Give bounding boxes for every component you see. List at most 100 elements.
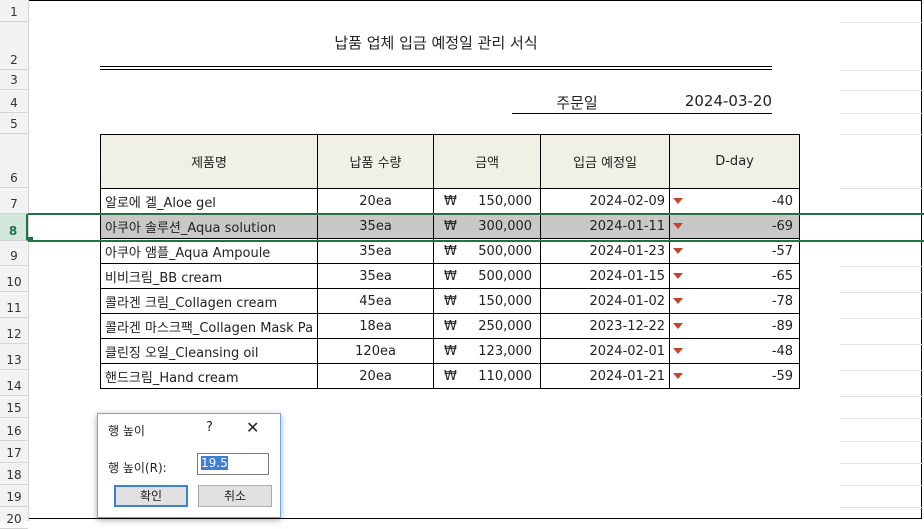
dday-cell[interactable]: -65 xyxy=(669,263,801,289)
amount-cell[interactable]: ₩150,000 xyxy=(433,188,542,214)
table-row[interactable]: 아쿠아 앰플_Aqua Ampoule 35ea ₩500,000 2024-01-2… xyxy=(99,238,801,264)
amount-cell[interactable]: ₩110,000 xyxy=(433,363,542,389)
row-number-2[interactable]: 2 xyxy=(0,22,28,70)
dday-cell[interactable]: -57 xyxy=(669,238,801,264)
row-selection-top xyxy=(28,213,924,215)
amount-cell[interactable]: ₩500,000 xyxy=(433,263,542,289)
row-number-9[interactable]: 9 xyxy=(0,241,28,266)
payment-date-cell[interactable]: 2024-01-02 xyxy=(540,288,671,314)
currency-symbol: ₩ xyxy=(444,343,457,359)
header-qty[interactable]: 납품 수량 xyxy=(317,134,435,189)
header-dday[interactable]: D-day xyxy=(669,134,801,189)
amount-cell[interactable]: ₩150,000 xyxy=(433,288,542,314)
amount-cell[interactable]: ₩123,000 xyxy=(433,338,542,364)
row-number-6[interactable]: 6 xyxy=(0,134,28,188)
row-number-18[interactable]: 18 xyxy=(0,463,28,485)
amount-cell[interactable]: ₩250,000 xyxy=(433,313,542,339)
gridline xyxy=(840,418,924,419)
qty-cell[interactable]: 35ea xyxy=(317,263,435,289)
row-number-15[interactable]: 15 xyxy=(0,396,28,418)
currency-symbol: ₩ xyxy=(444,268,457,284)
row-number-13[interactable]: 13 xyxy=(0,344,28,370)
dday-cell[interactable]: -48 xyxy=(669,338,801,364)
row-height-input[interactable]: 19.5 xyxy=(197,453,269,475)
payment-date-cell[interactable]: 2024-02-09 xyxy=(540,188,671,214)
sheet-title: 납품 업체 입금 예정일 관리 서식 xyxy=(334,34,538,52)
row-number-1[interactable]: 1 xyxy=(0,0,28,22)
row-number-12[interactable]: 12 xyxy=(0,318,28,344)
product-name-cell[interactable]: 핸드크림_Hand cream xyxy=(99,363,319,389)
table-row[interactable]: 클린징 오일_Cleansing oil 120ea ₩123,000 2024-02… xyxy=(99,338,801,364)
product-name-cell[interactable]: 아쿠아 앰플_Aqua Ampoule xyxy=(99,238,319,264)
row-number-7[interactable]: 7 xyxy=(0,188,28,214)
fill-handle[interactable] xyxy=(28,237,33,242)
currency-symbol: ₩ xyxy=(444,193,457,209)
row-number-11[interactable]: 11 xyxy=(0,292,28,318)
payment-date-cell[interactable]: 2024-01-11 xyxy=(540,213,671,239)
dday-value: -40 xyxy=(771,193,794,209)
payment-date-cell[interactable]: 2024-01-23 xyxy=(540,238,671,264)
table-row[interactable]: 콜라겐 마스크팩_Collagen Mask Pa 18ea ₩250,000 202… xyxy=(99,313,801,339)
cancel-button[interactable]: 취소 xyxy=(198,485,272,507)
gridline xyxy=(840,318,924,319)
row-number-17[interactable]: 17 xyxy=(0,441,28,463)
product-name-cell[interactable]: 알로에 겔_Aloe gel xyxy=(99,188,319,214)
product-name-cell[interactable]: 클린징 오일_Cleansing oil xyxy=(99,338,319,364)
row-selection-bottom xyxy=(28,240,924,242)
product-name-cell[interactable]: 콜라겐 마스크팩_Collagen Mask Pa xyxy=(99,313,319,339)
row-height-dialog: 행 높이 ? ✕ 행 높이(R): 19.5 확인 취소 xyxy=(97,413,281,518)
product-name-cell[interactable]: 비비크림_BB cream xyxy=(99,263,319,289)
gridline xyxy=(840,22,924,23)
row-number-8[interactable]: 8 xyxy=(0,214,28,241)
down-triangle-icon xyxy=(673,273,684,279)
qty-cell[interactable]: 20ea xyxy=(317,188,435,214)
payment-date-cell[interactable]: 2024-02-01 xyxy=(540,338,671,364)
qty-cell[interactable]: 20ea xyxy=(317,363,435,389)
table-row[interactable]: 비비크림_BB cream 35ea ₩500,000 2024-01-15 -65 xyxy=(99,263,801,289)
row-number-10[interactable]: 10 xyxy=(0,266,28,292)
product-name-cell[interactable]: 콜라겐 크림_Collagen cream xyxy=(99,288,319,314)
gridline xyxy=(840,292,924,293)
down-triangle-icon xyxy=(673,373,684,379)
row-number-20[interactable]: 20 xyxy=(0,507,28,529)
table-row[interactable]: 아쿠아 솔루션_Aqua solution 35ea ₩300,000 2024-01… xyxy=(99,213,801,239)
qty-cell[interactable]: 45ea xyxy=(317,288,435,314)
dday-cell[interactable]: -40 xyxy=(669,188,801,214)
qty-cell[interactable]: 35ea xyxy=(317,213,435,239)
qty-cell[interactable]: 120ea xyxy=(317,338,435,364)
header-payment-date[interactable]: 입금 예정일 xyxy=(540,134,671,189)
amount-cell[interactable]: ₩500,000 xyxy=(433,238,542,264)
currency-symbol: ₩ xyxy=(444,368,457,384)
down-triangle-icon xyxy=(673,223,684,229)
dday-cell[interactable]: -69 xyxy=(669,213,801,239)
table-row[interactable]: 알로에 겔_Aloe gel 20ea ₩150,000 2024-02-09 -40 xyxy=(99,188,801,214)
payment-date-cell[interactable]: 2023-12-22 xyxy=(540,313,671,339)
dday-cell[interactable]: -89 xyxy=(669,313,801,339)
down-triangle-icon xyxy=(673,198,684,204)
header-amount[interactable]: 금액 xyxy=(433,134,542,189)
dialog-title: 행 높이 xyxy=(108,424,145,438)
row-number-5[interactable]: 5 xyxy=(0,113,28,134)
close-icon[interactable]: ✕ xyxy=(246,418,259,437)
table-row[interactable]: 콜라겐 크림_Collagen cream 45ea ₩150,000 2024-01… xyxy=(99,288,801,314)
row-number-14[interactable]: 14 xyxy=(0,370,28,396)
help-icon[interactable]: ? xyxy=(206,420,213,435)
dday-cell[interactable]: -78 xyxy=(669,288,801,314)
row-number-19[interactable]: 19 xyxy=(0,485,28,507)
order-date-value[interactable]: 2024-03-20 xyxy=(642,92,772,110)
dday-value: -57 xyxy=(771,243,794,259)
payment-date-cell[interactable]: 2024-01-21 xyxy=(540,363,671,389)
ok-button[interactable]: 확인 xyxy=(114,485,188,507)
row-number-16[interactable]: 16 xyxy=(0,418,28,441)
row-number-4[interactable]: 4 xyxy=(0,90,28,113)
dday-cell[interactable]: -59 xyxy=(669,363,801,389)
product-name-cell[interactable]: 아쿠아 솔루션_Aqua solution xyxy=(99,213,319,239)
amount-cell[interactable]: ₩300,000 xyxy=(433,213,542,239)
row-number-3[interactable]: 3 xyxy=(0,70,28,90)
qty-cell[interactable]: 18ea xyxy=(317,313,435,339)
header-product[interactable]: 제품명 xyxy=(99,134,319,189)
qty-cell[interactable]: 35ea xyxy=(317,238,435,264)
payment-table: 제품명 납품 수량 금액 입금 예정일 D-day 알로에 겔_Aloe gel… xyxy=(99,134,801,389)
table-row[interactable]: 핸드크림_Hand cream 20ea ₩110,000 2024-01-21 -59 xyxy=(99,363,801,389)
payment-date-cell[interactable]: 2024-01-15 xyxy=(540,263,671,289)
